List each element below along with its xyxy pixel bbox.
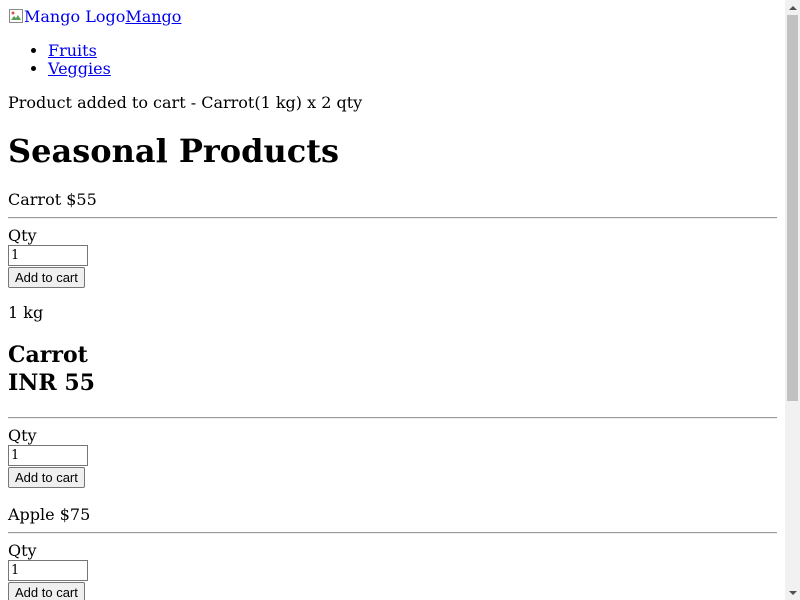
product-divider [8, 417, 777, 419]
page-content: Mango LogoMango Fruits Veggies Product a… [0, 0, 785, 600]
product-card-carrot: Carrot $55 Qty Add to cart 1 kg Carrot I… [8, 191, 777, 397]
brand-home-link[interactable]: Mango LogoMango [8, 8, 181, 26]
qty-label: Qty [8, 426, 37, 445]
product-detail-price: INR 55 [8, 370, 95, 396]
product-divider [8, 532, 777, 534]
vertical-scrollbar[interactable] [785, 0, 800, 600]
brand-name: Mango [125, 7, 182, 26]
scroll-up-arrow-icon[interactable] [785, 0, 800, 15]
product-weight: 1 kg [8, 303, 44, 322]
qty-input[interactable] [8, 445, 88, 466]
product-detail-title: Carrot INR 55 [8, 341, 777, 397]
product-divider [8, 217, 777, 219]
scroll-down-arrow-icon[interactable] [785, 585, 800, 600]
product-card-apple: Apple $75 Qty Add to cart [8, 506, 777, 600]
nav-link-veggies[interactable]: Veggies [48, 59, 111, 78]
qty-input[interactable] [8, 560, 88, 581]
logo-alt-text: Mango Logo [24, 7, 126, 26]
qty-label: Qty [8, 541, 37, 560]
add-to-cart-button[interactable]: Add to cart [8, 267, 85, 288]
scrollbar-thumb[interactable] [787, 15, 798, 401]
cart-notice: Product added to cart - Carrot(1 kg) x 2… [8, 93, 363, 112]
product-summary: Apple $75 [8, 505, 91, 524]
product-card-carrot-detail: Qty Add to cart [8, 417, 777, 488]
broken-image-icon [8, 8, 24, 24]
product-detail-name: Carrot [8, 342, 88, 368]
page-viewport: Mango LogoMango Fruits Veggies Product a… [0, 0, 785, 600]
nav-item-veggies: Veggies [48, 60, 777, 78]
main-nav: Fruits Veggies [8, 42, 777, 78]
qty-input[interactable] [8, 245, 88, 266]
product-summary: Carrot $55 [8, 190, 97, 209]
add-to-cart-button[interactable]: Add to cart [8, 467, 85, 488]
page-title: Seasonal Products [8, 132, 340, 170]
add-to-cart-button[interactable]: Add to cart [8, 582, 85, 600]
qty-label: Qty [8, 226, 37, 245]
nav-link-fruits[interactable]: Fruits [48, 41, 97, 60]
nav-item-fruits: Fruits [48, 42, 777, 60]
